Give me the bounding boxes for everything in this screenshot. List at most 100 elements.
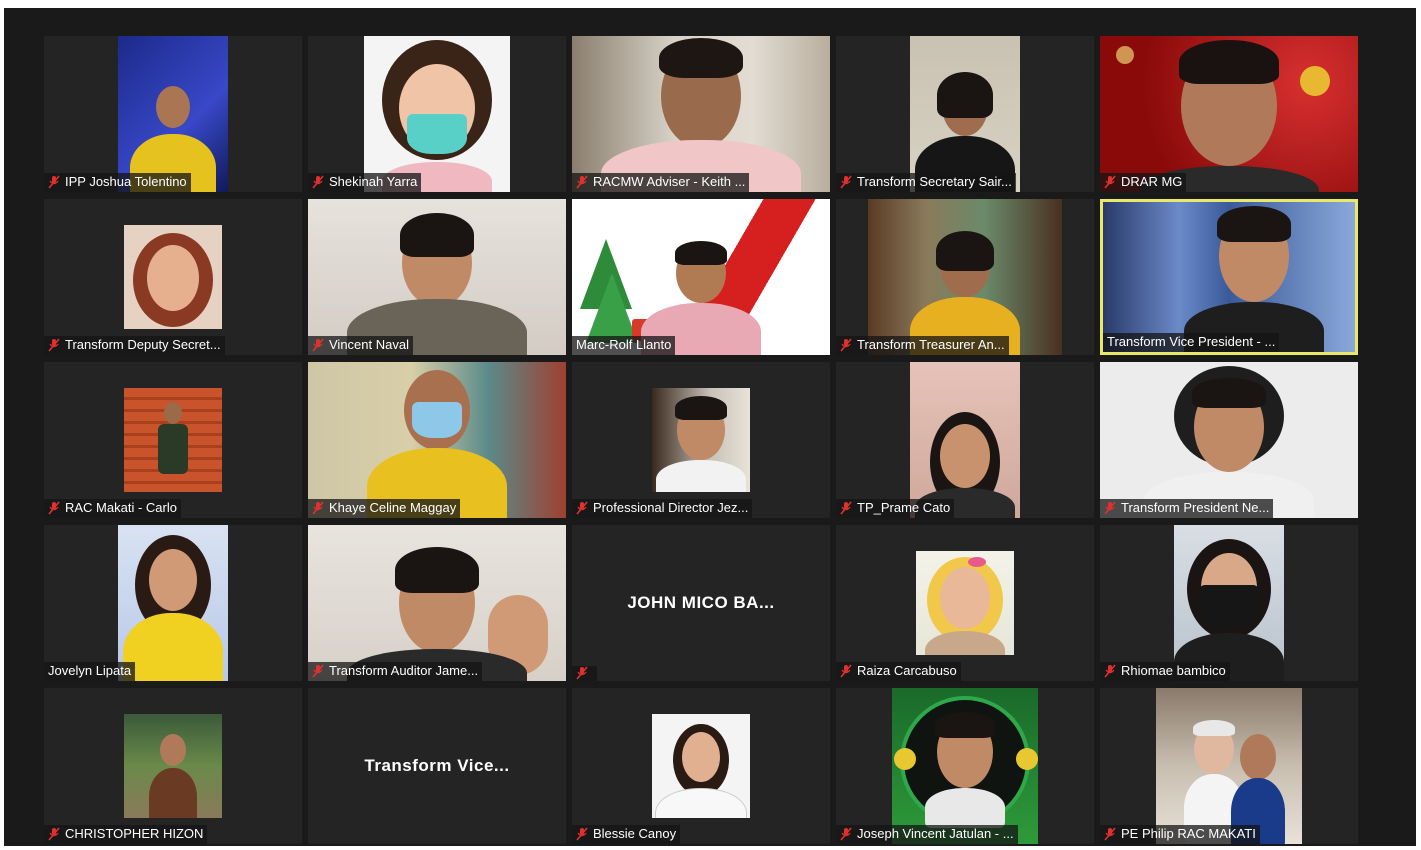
participant-video — [910, 36, 1020, 192]
participant-tile[interactable]: Jovelyn Lipata — [44, 525, 302, 681]
microphone-muted-icon — [1104, 664, 1116, 678]
participant-video — [652, 388, 750, 492]
participant-video — [124, 714, 222, 818]
participant-nameplate: Professional Director Jez... — [572, 499, 753, 518]
microphone-muted-icon — [48, 827, 60, 841]
participant-name: IPP Joshua Tolentino — [65, 174, 187, 189]
microphone-muted-icon — [576, 827, 588, 841]
participant-tile[interactable]: DRAR MG — [1100, 36, 1358, 192]
participant-name: Marc-Rolf Llanto — [576, 337, 672, 352]
microphone-muted-icon — [1104, 175, 1116, 189]
participant-name: Jovelyn Lipata — [48, 663, 132, 678]
participant-tile[interactable]: Marc-Rolf Llanto — [572, 199, 830, 355]
participant-tile[interactable]: Transform Auditor Jame... — [308, 525, 566, 681]
microphone-muted-icon — [48, 175, 60, 189]
participant-tile[interactable]: CHRISTOPHER HIZON — [44, 688, 302, 844]
participant-nameplate: Marc-Rolf Llanto — [572, 336, 676, 355]
microphone-muted-icon — [312, 338, 324, 352]
participant-video — [118, 525, 228, 681]
participant-name: Raiza Carcabuso — [857, 663, 957, 678]
participant-nameplate: TP_Prame Cato — [836, 499, 955, 518]
microphone-muted-icon — [1104, 501, 1116, 515]
participant-name: DRAR MG — [1121, 174, 1183, 189]
participant-nameplate: Khaye Celine Maggay — [308, 499, 461, 518]
participant-tile[interactable]: Blessie Canoy — [572, 688, 830, 844]
participant-name: Joseph Vincent Jatulan - ... — [857, 826, 1014, 841]
microphone-muted-icon — [312, 501, 324, 515]
participant-tile[interactable]: Transform President Ne... — [1100, 362, 1358, 518]
participant-video — [124, 225, 222, 329]
participant-nameplate: Transform President Ne... — [1100, 499, 1274, 518]
microphone-muted-icon — [840, 175, 852, 189]
participant-tile[interactable]: Transform Vice... — [308, 688, 566, 844]
participant-tile[interactable]: Vincent Naval — [308, 199, 566, 355]
participant-video — [910, 362, 1020, 518]
participant-tile[interactable]: RAC Makati - Carlo — [44, 362, 302, 518]
participant-name: Rhiomae bambico — [1121, 663, 1226, 678]
participant-name: Transform Secretary Sair... — [857, 174, 1012, 189]
participant-nameplate: DRAR MG — [1100, 173, 1187, 192]
participant-display-name: JOHN MICO BA... — [627, 593, 775, 612]
microphone-muted-icon — [840, 338, 852, 352]
microphone-muted-icon — [48, 501, 60, 515]
microphone-muted-icon — [840, 827, 852, 841]
participant-video — [1156, 688, 1302, 844]
participant-display-name: Transform Vice... — [364, 756, 510, 775]
active-speaker-tile[interactable]: Transform Vice President - ... — [1100, 199, 1358, 355]
participant-name: Transform Auditor Jame... — [329, 663, 479, 678]
participant-name: Transform President Ne... — [1121, 500, 1270, 515]
participant-video — [916, 551, 1014, 655]
participant-tile[interactable]: RACMW Adviser - Keith ... — [572, 36, 830, 192]
participant-nameplate: Shekinah Yarra — [308, 173, 422, 192]
participant-tile[interactable]: Transform Treasurer An... — [836, 199, 1094, 355]
participant-nameplate: IPP Joshua Tolentino — [44, 173, 191, 192]
participant-video — [118, 36, 228, 192]
participant-video — [1174, 525, 1284, 681]
participant-video — [308, 525, 566, 681]
participant-video — [868, 199, 1062, 355]
participant-name: TP_Prame Cato — [857, 500, 951, 515]
microphone-muted-icon — [48, 338, 60, 352]
participant-tile[interactable]: Transform Secretary Sair... — [836, 36, 1094, 192]
participant-nameplate — [572, 666, 597, 681]
participant-tile[interactable]: TP_Prame Cato — [836, 362, 1094, 518]
participant-tile[interactable]: JOHN MICO BA... — [572, 525, 830, 681]
participant-name: CHRISTOPHER HIZON — [65, 826, 204, 841]
participant-grid: IPP Joshua Tolentino Shekinah Yarra RACM… — [44, 36, 1358, 844]
microphone-muted-icon — [312, 664, 324, 678]
participant-nameplate: RACMW Adviser - Keith ... — [572, 173, 750, 192]
participant-video — [1100, 362, 1358, 518]
participant-tile[interactable]: Joseph Vincent Jatulan - ... — [836, 688, 1094, 844]
participant-name: Vincent Naval — [329, 337, 409, 352]
participant-nameplate: Transform Auditor Jame... — [308, 662, 483, 681]
participant-name: Shekinah Yarra — [329, 174, 418, 189]
microphone-muted-icon — [576, 175, 588, 189]
participant-video — [572, 36, 830, 192]
participant-tile[interactable]: Professional Director Jez... — [572, 362, 830, 518]
participant-nameplate: Transform Treasurer An... — [836, 336, 1009, 355]
participant-tile[interactable]: Transform Deputy Secret... — [44, 199, 302, 355]
participant-video — [652, 714, 750, 818]
participant-tile[interactable]: Shekinah Yarra — [308, 36, 566, 192]
participant-tile[interactable]: Khaye Celine Maggay — [308, 362, 566, 518]
participant-nameplate: Rhiomae bambico — [1100, 662, 1230, 681]
participant-tile[interactable]: Raiza Carcabuso — [836, 525, 1094, 681]
zoom-gallery-view: IPP Joshua Tolentino Shekinah Yarra RACM… — [4, 8, 1416, 846]
participant-nameplate: Joseph Vincent Jatulan - ... — [836, 825, 1018, 844]
participant-video — [308, 199, 566, 355]
participant-video — [892, 688, 1038, 844]
participant-video — [364, 36, 510, 192]
participant-name: Transform Deputy Secret... — [65, 337, 221, 352]
participant-tile[interactable]: Rhiomae bambico — [1100, 525, 1358, 681]
participant-name: Blessie Canoy — [593, 826, 677, 841]
participant-name: RACMW Adviser - Keith ... — [593, 174, 746, 189]
participant-video — [1100, 36, 1358, 192]
microphone-muted-icon — [576, 501, 588, 515]
participant-tile[interactable]: IPP Joshua Tolentino — [44, 36, 302, 192]
participant-tile[interactable]: PE Philip RAC MAKATI — [1100, 688, 1358, 844]
participant-video — [572, 199, 830, 355]
participant-nameplate: Jovelyn Lipata — [44, 662, 136, 681]
participant-name: PE Philip RAC MAKATI — [1121, 826, 1256, 841]
microphone-muted-icon — [840, 501, 852, 515]
participant-nameplate: CHRISTOPHER HIZON — [44, 825, 208, 844]
